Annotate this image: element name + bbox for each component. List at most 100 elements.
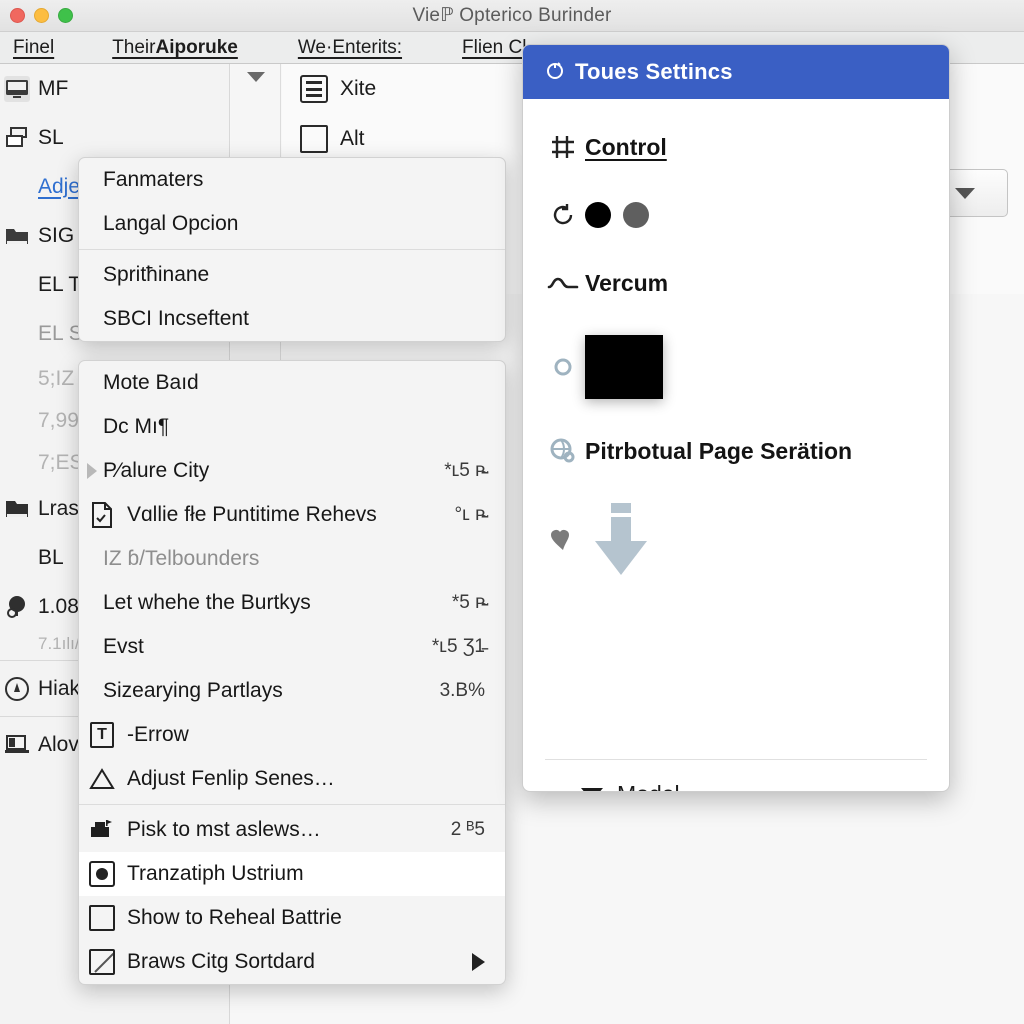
- dialog-row-dots[interactable]: [523, 181, 949, 249]
- sidebar-item-label: EL T: [38, 272, 82, 296]
- menu-item[interactable]: Braws Citg Sortdard: [79, 940, 505, 984]
- window-title: Vieℙ Opterico Burinder: [412, 5, 612, 26]
- menu-item[interactable]: Vɑllie fłe Puntitime Rehevs °ʟ ᴘ̵̴: [79, 493, 505, 537]
- menu-item[interactable]: Fanmaters: [79, 158, 505, 202]
- menu-item[interactable]: Langal Opcion: [79, 202, 505, 246]
- menubar-item-2[interactable]: Aiporuke: [155, 37, 237, 59]
- blank-icon: [4, 545, 30, 571]
- download-arrow-icon[interactable]: [585, 501, 657, 579]
- sidebar-item-mf[interactable]: MF: [0, 64, 229, 113]
- menu-item[interactable]: Adjust Fenlip Senes…: [79, 757, 505, 801]
- menu-item-label: Vɑllie fłe Puntitime Rehevs: [127, 503, 377, 526]
- dot-swatches[interactable]: [585, 202, 649, 228]
- dot-swatch-gray[interactable]: [623, 202, 649, 228]
- sidebar-item-label: Hiak: [38, 676, 81, 700]
- blank-icon: [4, 174, 30, 200]
- dialog-row-swatch[interactable]: [523, 317, 949, 417]
- folder-icon: [4, 223, 30, 249]
- dialog-row-label: Control: [585, 133, 667, 160]
- dialog-title: Toues Settincs: [575, 59, 733, 84]
- laptop-icon: [4, 732, 30, 758]
- window-titlebar: Vieℙ Opterico Burinder: [0, 0, 1024, 32]
- menu-item-label: Let whehe the Burtkys: [103, 591, 311, 614]
- menu-item-accelerator: 3.B%: [439, 680, 485, 701]
- chevron-down-icon[interactable]: [246, 72, 265, 82]
- menu-item-accelerator: 2 ᴮ5: [450, 819, 485, 840]
- menu-item-label: P⁄alure City: [103, 459, 210, 482]
- wave-line-icon: [543, 274, 583, 292]
- sidebar-item-label: Alov: [38, 732, 79, 756]
- caret-down-icon[interactable]: [581, 788, 603, 791]
- sidebar-item-label: SIG: [38, 223, 75, 247]
- menu-item-label: Langal Opcion: [103, 212, 239, 235]
- sidebar-item-label: 7.1ılı/: [38, 634, 80, 653]
- square-icon: [300, 125, 328, 153]
- dialog-row-label: Vercum: [585, 269, 669, 296]
- menu-item[interactable]: Let whehe the Burtkys *5 ᴘ̵̴: [79, 581, 505, 625]
- circle-small-icon: [543, 357, 583, 377]
- menu-item[interactable]: P⁄alure City *ʟ5 ᴘ̵̴̵: [79, 449, 505, 493]
- sidebar-item-label: SL: [38, 125, 64, 149]
- sidebar-item-label: EL S: [38, 321, 83, 345]
- menubar-item-3[interactable]: We·Enterits:: [298, 37, 402, 59]
- menu-item-label: Mote Baıd: [103, 371, 199, 394]
- menu-item[interactable]: Sizearying Partlays 3.B%: [79, 669, 505, 713]
- radio-checked-icon: [87, 861, 117, 887]
- triangle-outline-icon: [87, 767, 117, 791]
- context-menu-lower: Mote Baıd Dc Mı¶ P⁄alure City *ʟ5 ᴘ̵̴̵ V…: [78, 360, 506, 985]
- menu-item-accelerator: *5 ᴘ̵̴: [451, 592, 485, 613]
- sidebar-item-label: 1.08: [38, 594, 79, 618]
- blank-icon: [4, 631, 30, 657]
- menu-item[interactable]: IZ ɓ/Telbounders: [79, 537, 505, 581]
- dialog-row-control[interactable]: Control: [523, 113, 949, 181]
- left-arrow-marker-icon: [87, 463, 97, 479]
- menu-item[interactable]: Spritħinane: [79, 253, 505, 297]
- text-tool-glyph: T: [90, 722, 114, 748]
- dialog-footer[interactable]: Model: [523, 781, 949, 791]
- menu-item-label: Adjust Fenlip Senes…: [127, 767, 335, 790]
- grid-hash-icon: [543, 132, 583, 162]
- menu-item-label: Fanmaters: [103, 168, 204, 191]
- monitor-icon: [4, 75, 30, 102]
- menu-item-label: Tranzatiph Ustrium: [127, 862, 304, 885]
- dialog-row-download[interactable]: [523, 485, 949, 595]
- sidebar-item-sl[interactable]: SL: [0, 113, 229, 162]
- sidebar-item-label: 7,99: [38, 409, 79, 432]
- radio-glyph: [89, 861, 115, 887]
- settings-dialog: Toues Settincs Control Vercum Pitrbotual…: [522, 44, 950, 792]
- sidebar-item-label: MF: [38, 76, 69, 100]
- context-menu-upper: Fanmaters Langal Opcion Spritħinane SBCI…: [78, 157, 506, 342]
- clock-icon: [4, 676, 30, 702]
- dialog-body: Control Vercum Pitrbotual Page Serätion: [523, 99, 949, 791]
- menu-item[interactable]: Mote Baıd: [79, 361, 505, 405]
- sidebar-item-label: BL: [38, 545, 64, 569]
- menu-item-selected[interactable]: Tranzatiph Ustrium: [79, 852, 505, 896]
- layers-icon: [4, 125, 30, 151]
- sidebar-item-label: 7;ES: [38, 451, 84, 474]
- dialog-row-label: Pitrbotual Page Serätion: [585, 437, 853, 464]
- blank-icon: [4, 272, 30, 298]
- app-window: Vieℙ Opterico Burinder Finel Their Aipor…: [0, 0, 1024, 1024]
- menu-item-accelerator: *ʟ5 ᴘ̵̴̵: [444, 460, 485, 481]
- checkbox-empty-icon: [87, 905, 117, 931]
- dialog-row-vercum[interactable]: Vercum: [523, 249, 949, 317]
- list-view-icon: [300, 75, 328, 103]
- menu-item-accelerator: *ʟ5 Ʒ1̵: [431, 636, 485, 657]
- menubar-item-1[interactable]: Their: [112, 37, 155, 59]
- file-check-icon: [87, 502, 117, 528]
- menu-item[interactable]: Dc Mı¶: [79, 405, 505, 449]
- menu-item[interactable]: Pisk to mst aslews… 2 ᴮ5: [79, 808, 505, 852]
- menu-item[interactable]: Evst *ʟ5 Ʒ1̵: [79, 625, 505, 669]
- sidebar-item-label: 5;IZ: [38, 367, 75, 390]
- sidebar-item-label: Adje: [38, 174, 81, 198]
- color-swatch[interactable]: [585, 335, 663, 399]
- menu-item[interactable]: T -Errow: [79, 713, 505, 757]
- checkbox-slash-icon: [87, 949, 117, 975]
- search-lamp-icon: [4, 594, 30, 620]
- dot-swatch-black[interactable]: [585, 202, 611, 228]
- menu-item-label: Pisk to mst aslews…: [127, 818, 321, 841]
- menubar-item-0[interactable]: Finel: [13, 37, 54, 59]
- menu-item[interactable]: SBCI Incseftent: [79, 297, 505, 341]
- menu-item[interactable]: Show to Reheal Battrie: [79, 896, 505, 940]
- dialog-row-page-seration[interactable]: Pitrbotual Page Serätion: [523, 417, 949, 485]
